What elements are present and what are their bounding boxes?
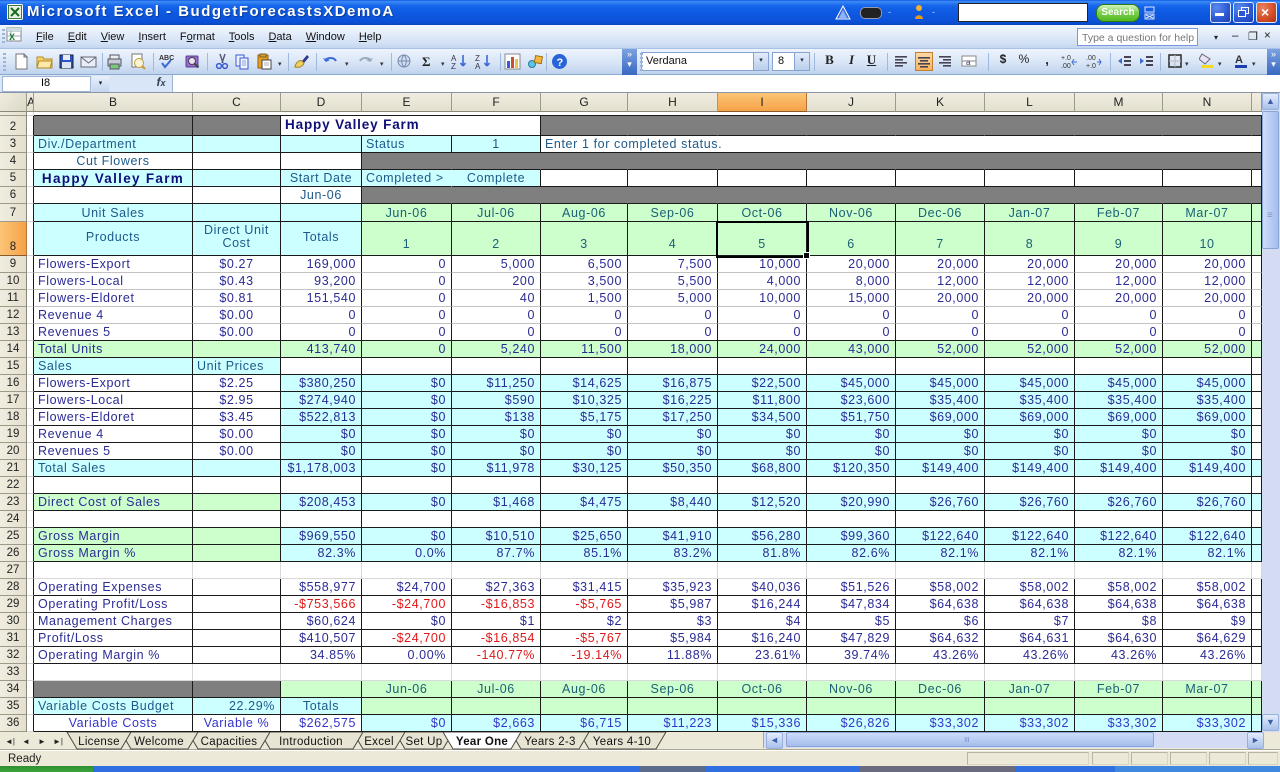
svg-text:Z: Z (451, 62, 456, 70)
svg-text:Welcome: Welcome (134, 736, 184, 748)
svg-text:+.0: +.0 (1086, 63, 1096, 70)
svg-text:A: A (1235, 54, 1243, 66)
svg-text:Years 2-3: Years 2-3 (524, 736, 576, 748)
svg-text:ABC: ABC (159, 55, 174, 62)
svg-text:Capacities: Capacities (201, 736, 258, 748)
svg-text:.00: .00 (1086, 55, 1096, 62)
svg-text:.00: .00 (1061, 63, 1071, 70)
svg-text:Years 4-10: Years 4-10 (593, 736, 651, 748)
svg-text:A: A (475, 62, 481, 70)
svg-text:+.0: +.0 (1061, 55, 1071, 62)
svg-text:Introduction: Introduction (279, 736, 343, 748)
svg-text:Year One: Year One (456, 736, 508, 748)
svg-text:X: X (9, 32, 15, 42)
svg-text:Set Up: Set Up (406, 736, 443, 748)
svg-text:License: License (78, 736, 120, 748)
svg-text:Σ: Σ (422, 54, 431, 69)
svg-text:Excel: Excel (364, 736, 394, 748)
svg-text:a: a (966, 58, 971, 67)
svg-text:?: ? (557, 57, 564, 69)
